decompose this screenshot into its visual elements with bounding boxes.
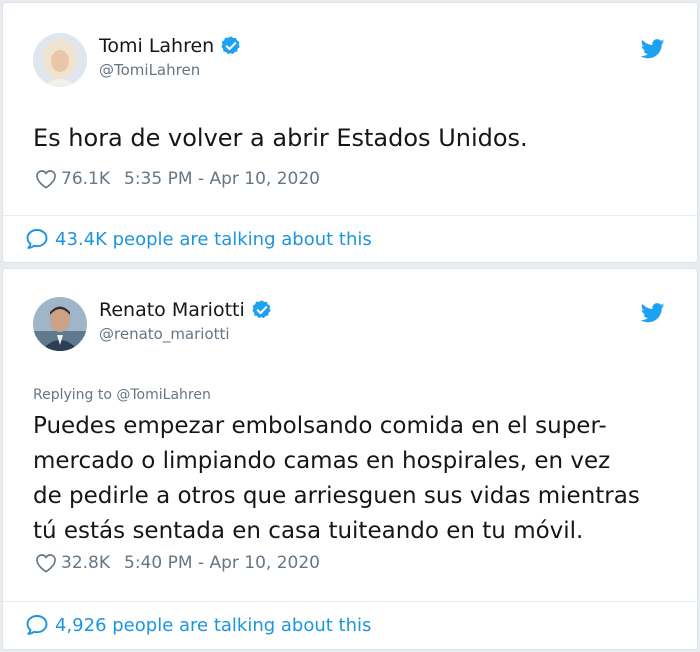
talking-link[interactable]: 4,926 people are talking about this xyxy=(25,614,371,636)
tweet-text-line: mercado o limpiando camas en hospirales,… xyxy=(33,448,611,474)
talking-link[interactable]: 43.4K people are talking about this xyxy=(25,228,372,250)
avatar[interactable] xyxy=(33,297,87,351)
tweet-card-tomi[interactable]: Tomi Lahren @TomiLahren Es hora de volve… xyxy=(2,2,698,263)
tweet-meta: 76.1K 5:35 PM - Apr 10, 2020 xyxy=(35,169,320,189)
timestamp[interactable]: 5:40 PM - Apr 10, 2020 xyxy=(124,553,320,573)
talking-text[interactable]: 4,926 people are talking about this xyxy=(55,615,371,636)
tweet-text: Es hora de volver a abrir Estados Unidos… xyxy=(33,124,528,152)
handle[interactable]: @renato_mariotti xyxy=(99,325,230,343)
tweet-text-line: de pedirle a otros que arriesguen sus vi… xyxy=(33,483,640,509)
display-name[interactable]: Renato Mariotti xyxy=(99,299,273,321)
verified-badge-icon xyxy=(251,299,273,321)
like-count[interactable]: 76.1K xyxy=(61,169,110,189)
talking-footer[interactable]: 43.4K people are talking about this xyxy=(3,215,697,262)
tweet-text-line: tú estás sentada en casa tuiteando en tu… xyxy=(33,518,584,544)
display-name-text[interactable]: Tomi Lahren xyxy=(99,35,214,57)
heart-icon[interactable] xyxy=(35,553,57,573)
tweet-text-line: Puedes empezar embolsando comida en el s… xyxy=(33,413,607,439)
verified-badge-icon xyxy=(220,35,242,57)
tweet-card-renato[interactable]: Renato Mariotti @renato_mariotti Replyin… xyxy=(2,268,698,650)
twitter-bird-icon[interactable] xyxy=(640,39,665,59)
timestamp[interactable]: 5:35 PM - Apr 10, 2020 xyxy=(124,169,320,189)
heart-icon[interactable] xyxy=(35,169,57,189)
tweet-meta: 32.8K 5:40 PM - Apr 10, 2020 xyxy=(35,553,320,573)
display-name-text[interactable]: Renato Mariotti xyxy=(99,299,245,321)
handle[interactable]: @TomiLahren xyxy=(99,61,200,79)
replying-to[interactable]: Replying to @TomiLahren xyxy=(33,387,211,403)
talking-footer[interactable]: 4,926 people are talking about this xyxy=(3,601,697,649)
avatar[interactable] xyxy=(33,33,87,87)
speech-bubble-icon xyxy=(25,228,49,250)
speech-bubble-icon xyxy=(25,614,49,636)
display-name[interactable]: Tomi Lahren xyxy=(99,35,242,57)
tweet-text: Puedes empezar embolsando comida en el s… xyxy=(33,409,677,549)
like-count[interactable]: 32.8K xyxy=(61,553,110,573)
twitter-bird-icon[interactable] xyxy=(640,303,665,323)
talking-text[interactable]: 43.4K people are talking about this xyxy=(55,229,372,250)
